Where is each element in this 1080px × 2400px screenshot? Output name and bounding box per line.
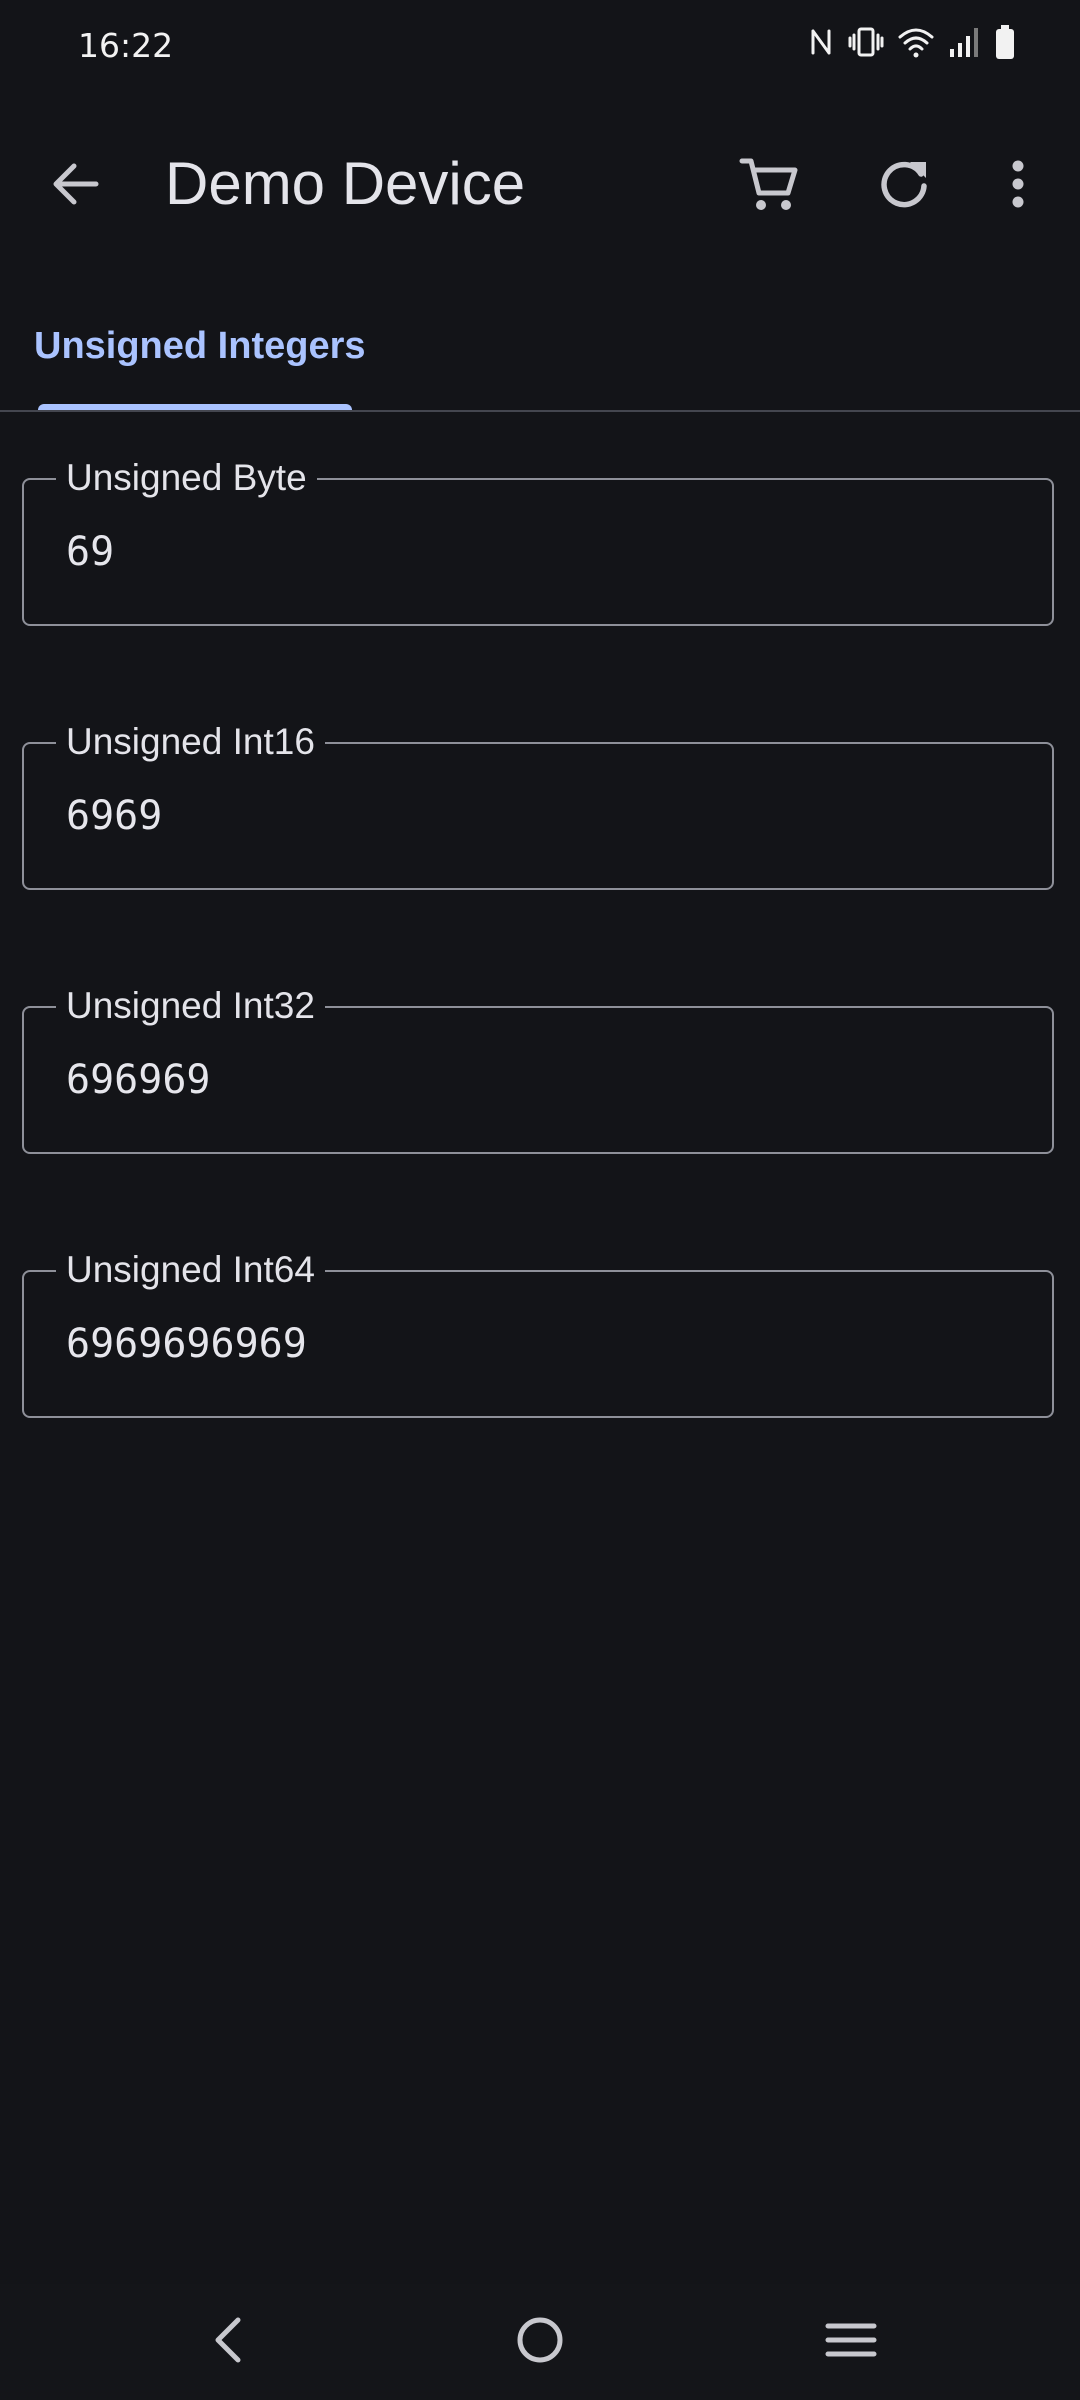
system-nav-bar: [0, 2284, 1080, 2400]
unsigned-int64-field: Unsigned Int64: [22, 1248, 1054, 1418]
more-vert-icon: [1008, 156, 1028, 217]
wifi-icon: [898, 25, 934, 59]
nav-home-button[interactable]: [485, 2302, 595, 2382]
nav-back-icon: [208, 2314, 248, 2371]
fields-list: Unsigned Byte Unsigned Int16 Unsigned In…: [22, 456, 1058, 1534]
nav-back-button[interactable]: [173, 2302, 283, 2382]
tab-label: Unsigned Integers: [34, 325, 366, 367]
page-title: Demo Device: [165, 150, 526, 217]
unsigned-int16-label: Unsigned Int16: [56, 720, 325, 765]
battery-icon: [994, 24, 1016, 60]
signal-icon: [948, 25, 980, 59]
unsigned-byte-field: Unsigned Byte: [22, 456, 1054, 626]
app-bar: Demo Device: [0, 118, 1080, 248]
unsigned-int16-field: Unsigned Int16: [22, 720, 1054, 890]
unsigned-int32-label: Unsigned Int32: [56, 984, 325, 1029]
back-button[interactable]: [36, 146, 116, 226]
more-options-button[interactable]: [978, 146, 1058, 226]
tab-row: Unsigned Integers: [0, 300, 1080, 412]
back-arrow-icon: [48, 156, 104, 217]
cart-icon: [738, 153, 800, 220]
unsigned-byte-input[interactable]: [66, 522, 1006, 582]
refresh-button[interactable]: [864, 146, 944, 226]
unsigned-int64-label: Unsigned Int64: [56, 1248, 325, 1293]
status-time: 16:22: [78, 26, 174, 65]
vibrate-icon: [848, 25, 884, 59]
unsigned-byte-label: Unsigned Byte: [56, 456, 317, 501]
nav-home-icon: [514, 2314, 566, 2371]
unsigned-int32-input[interactable]: [66, 1050, 1006, 1110]
tab-unsigned-integers[interactable]: Unsigned Integers: [0, 300, 390, 412]
unsigned-int32-field: Unsigned Int32: [22, 984, 1054, 1154]
nfc-icon: [808, 25, 834, 59]
unsigned-int16-input[interactable]: [66, 786, 1006, 846]
nav-recents-icon: [825, 2320, 877, 2365]
cart-button[interactable]: [729, 146, 809, 226]
nav-recents-button[interactable]: [796, 2302, 906, 2382]
status-bar: 16:22: [0, 0, 1080, 96]
refresh-icon: [874, 154, 934, 219]
tab-divider: [0, 410, 1080, 412]
unsigned-int64-input[interactable]: [66, 1314, 1006, 1374]
status-icons: [808, 24, 1016, 60]
